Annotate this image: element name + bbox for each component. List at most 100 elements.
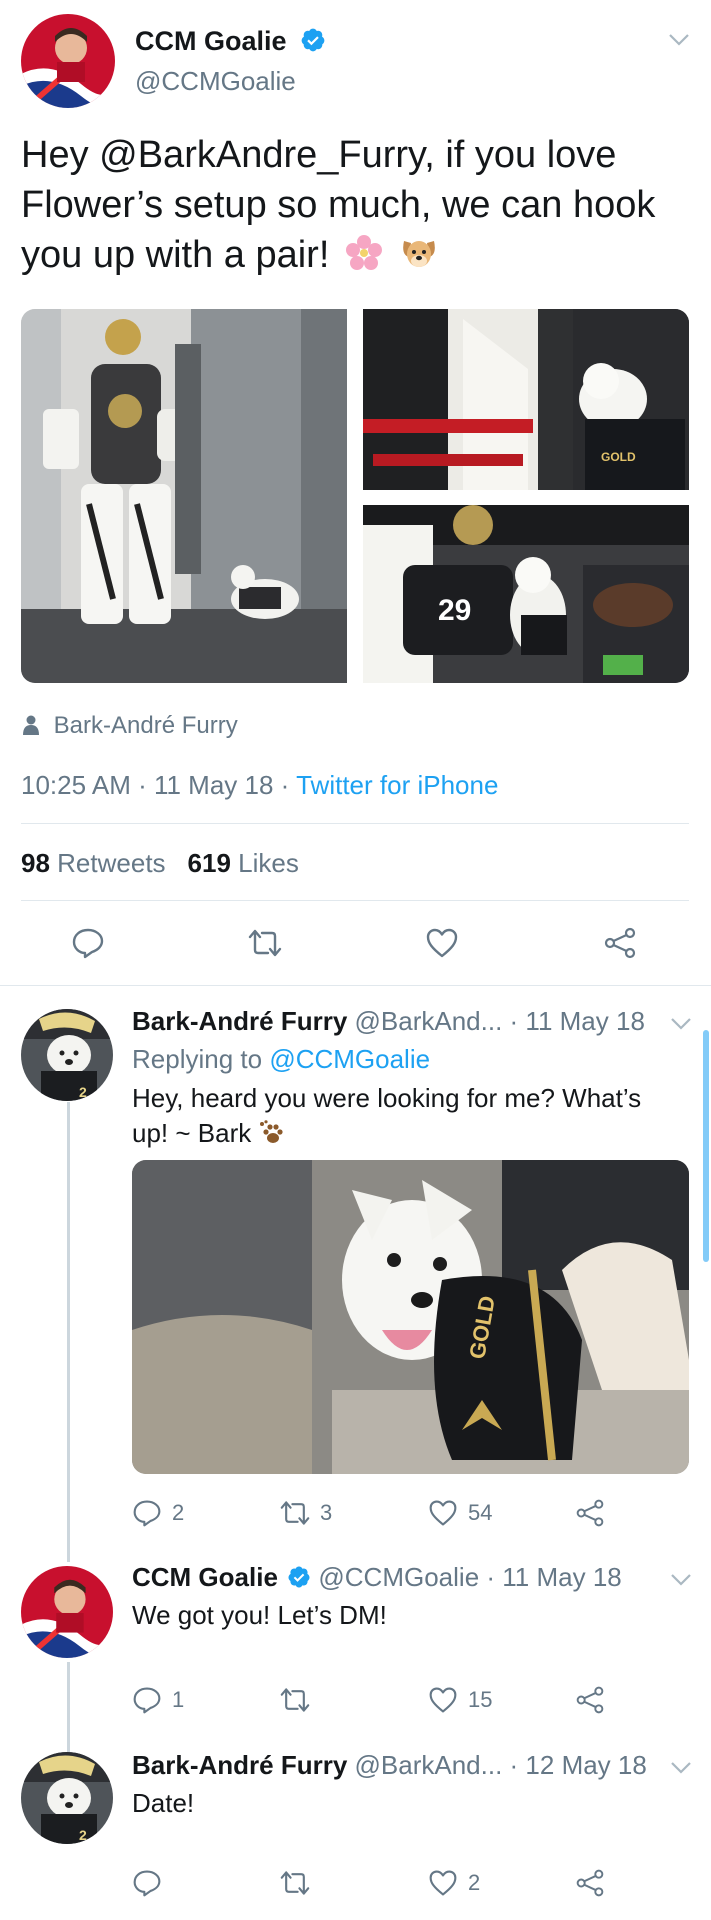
share-button[interactable] <box>575 1683 605 1717</box>
like-button[interactable]: 2 <box>428 1866 480 1900</box>
reply-count: 1 <box>172 1687 185 1712</box>
author-name[interactable]: CCM Goalie <box>135 26 326 60</box>
like-heart-icon[interactable] <box>425 926 459 960</box>
reply-text: Date! <box>132 1788 195 1818</box>
share-icon[interactable] <box>603 926 637 960</box>
reply-date[interactable]: 11 May 18 <box>525 1006 644 1036</box>
reply-handle-date: @BarkAnd... · 11 May 18 <box>354 1006 645 1036</box>
tweet-photo-goalie-walking[interactable] <box>21 309 347 683</box>
tweet-text-content: Hey @BarkAndre_Furry, if you love Flower… <box>21 134 656 276</box>
tagged-user[interactable]: Bark-André Furry <box>23 712 238 740</box>
retweet-icon <box>280 1871 310 1895</box>
likes-stat[interactable]: 619 Likes <box>188 848 299 878</box>
reply-icon <box>133 1870 161 1897</box>
retweet-button[interactable] <box>280 1866 320 1900</box>
reply-author-name[interactable]: Bark-André Furry <box>132 1006 347 1036</box>
avatar-jersey-number: 2 <box>79 1827 87 1843</box>
reply-handle-date: @CCMGoalie · 11 May 18 <box>318 1562 622 1592</box>
scrollbar-thumb[interactable] <box>703 1030 709 1262</box>
reply-button[interactable]: 2 <box>132 1496 184 1530</box>
retweet-count: 3 <box>320 1500 333 1525</box>
jersey-text: GOLD <box>601 450 636 464</box>
reply-handle-date: @BarkAnd... · 12 May 18 <box>354 1750 647 1780</box>
ccm-goalie-avatar[interactable] <box>21 1566 113 1658</box>
reply-author-name[interactable]: CCM Goalie <box>132 1562 278 1592</box>
tweet-metadata: 10:25 AM · 11 May 18 · Twitter for iPhon… <box>21 770 498 801</box>
replying-to-link[interactable]: @CCMGoalie <box>269 1044 430 1074</box>
tweet-stats: 98 Retweets 619 Likes <box>21 848 299 879</box>
reply-header: Bark-André Furry @BarkAnd... · 11 May 18 <box>132 1006 645 1037</box>
like-button[interactable]: 54 <box>428 1496 492 1530</box>
tweet-source-link[interactable]: Twitter for iPhone <box>296 770 498 800</box>
dog-face-icon <box>399 233 439 273</box>
share-icon <box>576 1499 604 1527</box>
avatar-jersey-number: 2 <box>79 1084 87 1100</box>
divider <box>21 823 689 824</box>
jersey-number: 29 <box>438 594 471 627</box>
retweet-button[interactable] <box>280 1683 320 1717</box>
reply-author-name[interactable]: Bark-André Furry <box>132 1750 347 1780</box>
reply-photo-dog[interactable]: GOLD <box>132 1160 689 1474</box>
share-button[interactable] <box>575 1866 605 1900</box>
reply-action-bar: 2 3 54 <box>132 1496 612 1530</box>
replying-to: Replying to @CCMGoalie <box>132 1044 430 1075</box>
reply-button[interactable]: 1 <box>132 1683 184 1717</box>
reply-action-bar: 1 15 <box>132 1683 612 1717</box>
like-button[interactable]: 15 <box>428 1683 492 1717</box>
reply-header: Bark-André Furry @BarkAnd... · 12 May 18 <box>132 1750 647 1781</box>
reply-icon[interactable] <box>71 926 105 960</box>
reply-icon <box>133 1500 161 1527</box>
tweet-time: 10:25 AM <box>21 770 131 800</box>
chevron-down-icon[interactable] <box>670 1017 692 1031</box>
like-count: 2 <box>468 1870 481 1895</box>
reply-author-handle[interactable]: @BarkAnd... <box>355 1006 503 1036</box>
person-icon <box>23 715 39 735</box>
chevron-down-icon[interactable] <box>670 1761 692 1775</box>
reply-date[interactable]: 12 May 18 <box>525 1750 646 1780</box>
reply-text: Hey, heard you were looking for me? What… <box>132 1081 672 1151</box>
author-handle[interactable]: @CCMGoalie <box>135 66 296 97</box>
retweet-icon[interactable] <box>248 926 282 960</box>
reply-icon <box>133 1687 161 1714</box>
bark-andre-avatar[interactable]: 2 <box>21 1009 113 1101</box>
retweet-button[interactable]: 3 <box>280 1496 332 1530</box>
chevron-down-icon[interactable] <box>668 33 690 47</box>
tweet-photo-dog-jersey[interactable]: 29 <box>363 505 689 683</box>
divider <box>21 900 689 901</box>
bark-andre-avatar[interactable]: 2 <box>21 1752 113 1844</box>
thread-line <box>67 1102 70 1562</box>
paw-print-icon <box>260 1120 284 1143</box>
retweets-stat[interactable]: 98 Retweets <box>21 848 166 878</box>
share-icon <box>576 1686 604 1714</box>
reply-button[interactable] <box>132 1866 172 1900</box>
thread-line <box>67 1662 70 1752</box>
tweet-date: 11 May 18 <box>153 770 274 800</box>
share-button[interactable] <box>575 1496 605 1530</box>
tweet-text: Hey @BarkAndre_Furry, if you love Flower… <box>21 130 691 280</box>
like-count: 54 <box>468 1500 493 1525</box>
share-icon <box>576 1869 604 1897</box>
reply-date[interactable]: 11 May 18 <box>502 1562 621 1592</box>
separator: · <box>273 770 297 800</box>
reply-action-bar: 2 <box>132 1866 612 1900</box>
like-heart-icon <box>429 1870 457 1896</box>
author-name-text: CCM Goalie <box>135 26 287 56</box>
tweet-photo-dog-with-pads[interactable]: GOLD <box>363 309 689 490</box>
tagged-user-name: Bark-André Furry <box>53 712 238 739</box>
reply-author-handle[interactable]: @CCMGoalie <box>318 1562 479 1592</box>
verified-badge-icon <box>300 27 326 60</box>
retweet-icon <box>280 1688 310 1712</box>
separator: · <box>130 770 154 800</box>
reply-author-handle[interactable]: @BarkAnd... <box>355 1750 503 1780</box>
chevron-down-icon[interactable] <box>670 1573 692 1587</box>
like-count: 15 <box>468 1687 493 1712</box>
replying-to-prefix: Replying to <box>132 1044 263 1074</box>
retweet-icon <box>280 1501 310 1525</box>
cherry-blossom-icon <box>344 233 384 273</box>
reply-count: 2 <box>172 1500 185 1525</box>
reply-text-content: Hey, heard you were looking for me? What… <box>132 1083 642 1148</box>
verified-badge-icon <box>287 1565 311 1596</box>
ccm-goalie-avatar[interactable] <box>21 14 115 108</box>
like-heart-icon <box>429 1687 457 1713</box>
reply-text: We got you! Let’s DM! <box>132 1600 387 1630</box>
